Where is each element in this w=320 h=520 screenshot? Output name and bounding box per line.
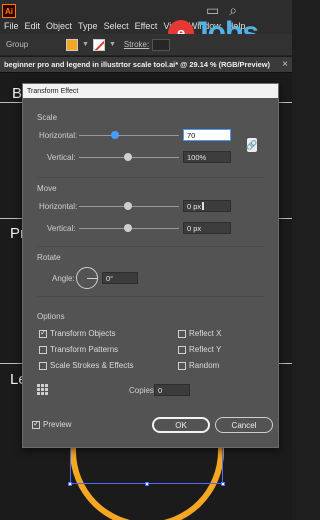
menu-object[interactable]: Object — [46, 21, 72, 31]
art-text: B — [12, 85, 23, 102]
section-divider — [37, 296, 264, 297]
reflect-y-checkbox[interactable] — [178, 346, 186, 354]
section-divider — [37, 177, 264, 178]
control-bar: Group ▼ ▼ Stroke: — [0, 34, 292, 56]
move-horizontal-knob[interactable] — [124, 202, 132, 210]
menu-file[interactable]: File — [4, 21, 19, 31]
scale-vertical-field[interactable]: 100% — [183, 151, 231, 163]
angle-label: Angle: — [52, 274, 75, 283]
options-section-title: Options — [37, 312, 65, 321]
selection-type-label: Group — [6, 40, 29, 49]
move-section-title: Move — [37, 184, 57, 193]
rotate-section-title: Rotate — [37, 253, 61, 262]
stroke-label[interactable]: Stroke: — [124, 40, 149, 49]
scale-horizontal-knob[interactable] — [111, 131, 119, 139]
fill-dropdown-icon[interactable]: ▼ — [82, 41, 89, 48]
dialog-title[interactable]: Transform Effect — [23, 84, 278, 98]
close-tab-icon[interactable]: × — [282, 59, 288, 70]
scale-vertical-label: Vertical: — [47, 153, 76, 162]
selection-handle[interactable] — [68, 482, 72, 486]
menu-effect[interactable]: Effect — [135, 21, 158, 31]
scale-horizontal-field[interactable]: 70 — [183, 129, 231, 141]
reflect-x-checkbox[interactable] — [178, 330, 186, 338]
scale-vertical-knob[interactable] — [124, 153, 132, 161]
scale-strokes-checkbox[interactable] — [39, 362, 47, 370]
transform-effect-dialog: Transform Effect Scale Horizontal: 70 🔗 … — [22, 83, 279, 448]
selection-handle[interactable] — [145, 482, 149, 486]
section-divider — [37, 246, 264, 247]
move-horizontal-label: Horizontal: — [39, 202, 78, 211]
dialog-body: Scale Horizontal: 70 🔗 Vertical: 100% Mo… — [23, 98, 278, 447]
reference-point-icon[interactable] — [37, 384, 49, 396]
random-label[interactable]: Random — [189, 361, 219, 370]
transform-objects-label[interactable]: Transform Objects — [50, 329, 116, 338]
illustrator-window: Ai File Edit Object Type Select Effect V… — [0, 0, 292, 520]
menu-type[interactable]: Type — [78, 21, 98, 31]
stroke-swatch[interactable] — [92, 38, 105, 51]
cancel-button[interactable]: Cancel — [215, 417, 273, 433]
copies-field[interactable]: 0 — [154, 384, 190, 396]
scale-horizontal-label: Horizontal: — [39, 131, 78, 140]
menu-select[interactable]: Select — [104, 21, 129, 31]
fill-swatch[interactable] — [66, 38, 78, 51]
ai-logo: Ai — [2, 4, 16, 18]
move-vertical-field[interactable]: 0 px — [183, 222, 231, 234]
random-checkbox[interactable] — [178, 362, 186, 370]
scale-strokes-label[interactable]: Scale Strokes & Effects — [50, 361, 133, 370]
angle-field[interactable]: 0° — [102, 272, 138, 284]
move-vertical-knob[interactable] — [124, 224, 132, 232]
ok-button[interactable]: OK — [152, 417, 210, 433]
transform-patterns-checkbox[interactable] — [39, 346, 47, 354]
reflect-x-label[interactable]: Reflect X — [189, 329, 221, 338]
angle-dial-icon[interactable] — [76, 267, 98, 289]
move-vertical-label: Vertical: — [47, 224, 76, 233]
stroke-weight-field[interactable] — [152, 38, 171, 51]
stroke-dropdown-icon[interactable]: ▼ — [109, 41, 116, 48]
scale-horizontal-slider[interactable] — [79, 135, 179, 136]
move-horizontal-field[interactable]: 0 px — [183, 200, 231, 212]
preview-label[interactable]: Preview — [43, 420, 71, 429]
selection-handle[interactable] — [221, 482, 225, 486]
preview-checkbox[interactable] — [32, 419, 40, 429]
menu-edit[interactable]: Edit — [25, 21, 41, 31]
document-title: beginner pro and legend in illustrtor sc… — [4, 60, 270, 69]
text-cursor-icon — [202, 202, 204, 210]
copies-label: Copies — [129, 386, 154, 395]
link-icon[interactable]: 🔗 — [246, 138, 258, 152]
document-tab[interactable]: beginner pro and legend in illustrtor sc… — [0, 57, 292, 73]
transform-objects-checkbox[interactable] — [39, 328, 47, 338]
reflect-y-label[interactable]: Reflect Y — [189, 345, 221, 354]
transform-patterns-label[interactable]: Transform Patterns — [50, 345, 118, 354]
scale-section-title: Scale — [37, 113, 58, 122]
